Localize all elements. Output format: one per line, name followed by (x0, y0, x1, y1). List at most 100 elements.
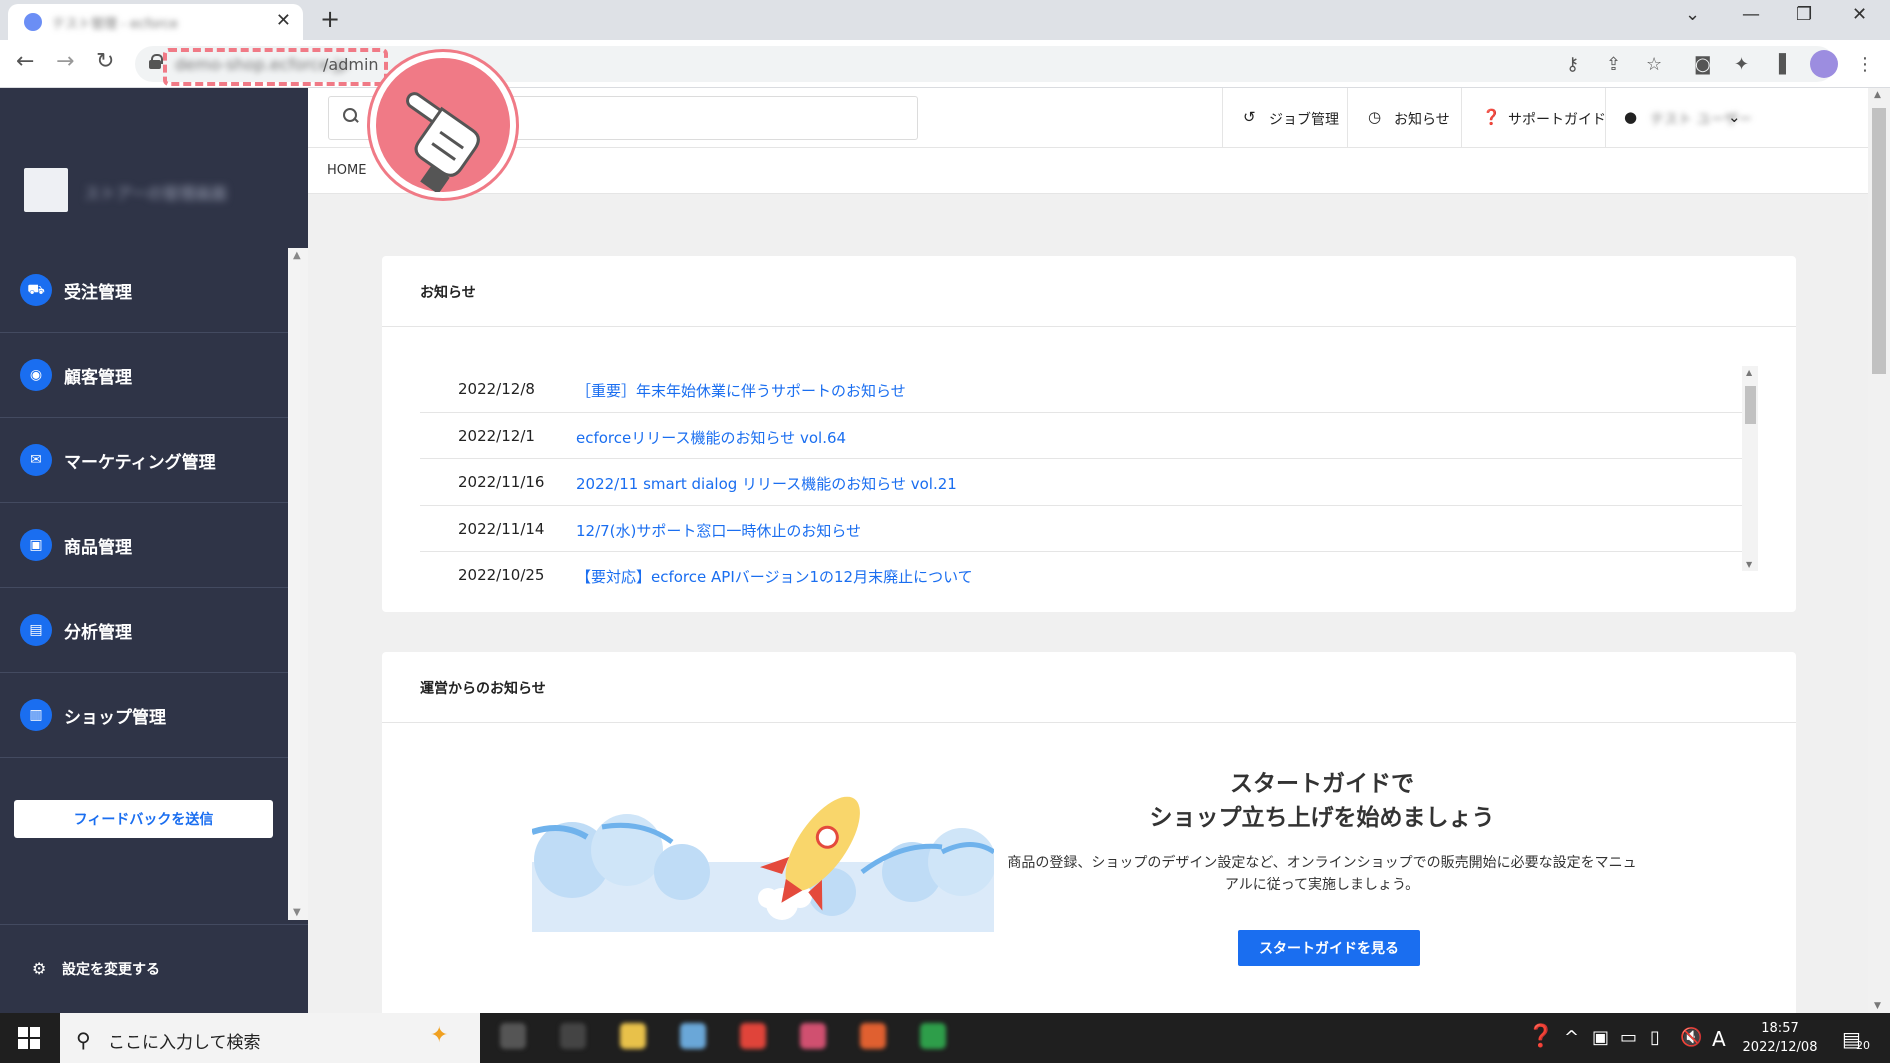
taskbar-app-icon[interactable] (800, 1023, 826, 1049)
scroll-thumb[interactable] (1745, 386, 1756, 424)
search-icon (343, 108, 359, 124)
gear-icon: ⚙ (32, 959, 47, 978)
tray-app-icon[interactable]: ▣ (1592, 1027, 1609, 1048)
notices-scrollbar[interactable]: ▲ ▼ (1742, 366, 1758, 571)
sidebar-item-marketing[interactable]: ✉ マーケティング管理 (0, 418, 288, 503)
list-item[interactable]: 2022/11/14 12/7(水)サポート窓口一時休止のお知らせ (420, 506, 1742, 552)
taskbar-app-icon[interactable] (680, 1023, 706, 1049)
help-circle-icon[interactable]: ❓ (1527, 1024, 1554, 1049)
notice-link[interactable]: 2022/11 smart dialog リリース機能のお知らせ vol.21 (576, 473, 957, 494)
notices-list: 2022/12/8 ［重要］年末年始休業に伴うサポートのお知らせ 2022/12… (420, 366, 1742, 599)
minimize-icon[interactable]: — (1742, 4, 1760, 25)
start-guide-button[interactable]: スタートガイドを見る (1238, 930, 1420, 966)
guide-heading-line2: ショップ立ち上げを始めましょう (1149, 805, 1495, 831)
sidebar-item-label: マーケティング管理 (64, 453, 216, 473)
windows-start-icon[interactable] (18, 1027, 40, 1049)
folder-icon[interactable] (620, 1023, 646, 1049)
scroll-down-icon[interactable]: ▼ (1874, 1001, 1881, 1011)
brand-logo[interactable] (24, 168, 68, 212)
notice-link[interactable]: 【要対応】ecforce APIバージョン1の12月末廃止について (576, 566, 973, 587)
scroll-up-icon[interactable]: ▲ (1874, 90, 1881, 100)
speaker-muted-icon[interactable]: 🔇 (1680, 1027, 1702, 1048)
chart-icon: ▤ (20, 614, 52, 646)
list-item[interactable]: 2022/12/8 ［重要］年末年始休業に伴うサポートのお知らせ (420, 366, 1742, 413)
sidebar-item-label: 顧客管理 (64, 368, 132, 388)
notice-link[interactable]: ecforceリリース機能のお知らせ vol.64 (576, 427, 846, 448)
sidebar-scrollbar[interactable]: ▲ ▼ (288, 248, 308, 920)
new-tab-icon[interactable]: + (320, 5, 340, 33)
store-icon: ▥ (20, 699, 52, 731)
user-icon: ● (1624, 108, 1638, 126)
battery-icon[interactable]: ▭ (1620, 1027, 1637, 1048)
scroll-up-icon[interactable]: ▲ (293, 250, 301, 261)
side-panel-icon[interactable]: ▐ (1772, 54, 1786, 75)
help-icon: ❓ (1482, 108, 1501, 126)
list-item[interactable]: 2022/12/1 ecforceリリース機能のお知らせ vol.64 (420, 413, 1742, 459)
main-content: お知らせ 2022/12/8 ［重要］年末年始休業に伴うサポートのお知らせ 20… (308, 194, 1868, 1013)
brand: ストアーの管理画面 (0, 88, 308, 248)
notices-card: お知らせ 2022/12/8 ［重要］年末年始休業に伴うサポートのお知らせ 20… (382, 256, 1796, 612)
support-guide-label: サポートガイド (1508, 112, 1606, 128)
notices-link[interactable]: ◷ お知らせ (1347, 88, 1461, 148)
settings-link[interactable]: 設定を変更する (62, 959, 160, 979)
profile-avatar[interactable] (1810, 50, 1838, 78)
scroll-thumb[interactable] (1872, 108, 1886, 374)
key-icon[interactable]: ⚷ (1566, 54, 1579, 75)
notice-date: 2022/12/1 (458, 426, 535, 445)
notice-link[interactable]: 12/7(水)サポート窓口一時休止のお知らせ (576, 520, 861, 541)
browser-tab[interactable]: テスト管理 - ecforce ✕ (8, 4, 303, 40)
list-item[interactable]: 2022/11/16 2022/11 smart dialog リリース機能のお… (420, 459, 1742, 506)
sidebar-item-analytics[interactable]: ▤ 分析管理 (0, 588, 288, 673)
restore-icon[interactable]: ❐ (1796, 4, 1812, 25)
favicon-icon (24, 13, 42, 31)
network-icon[interactable]: ▯ (1650, 1027, 1660, 1048)
taskbar-app-icon[interactable] (860, 1023, 886, 1049)
support-guide-link[interactable]: ❓ サポートガイド (1461, 88, 1606, 148)
notice-link[interactable]: ［重要］年末年始休業に伴うサポートのお知らせ (576, 380, 906, 401)
taskbar-app-icon[interactable] (920, 1023, 946, 1049)
ime-indicator[interactable]: A (1712, 1027, 1726, 1051)
chrome-icon[interactable] (740, 1023, 766, 1049)
sidebar-item-label: 受注管理 (64, 283, 132, 303)
sidebar-item-orders[interactable]: ⛟ 受注管理 (0, 248, 288, 333)
clock-time: 18:57 (1761, 1021, 1799, 1036)
ops-notices-card: 運営からのお知らせ スタートガイドで ショップ立ち上げを始めましょう 商品の登録… (382, 652, 1796, 1013)
ops-card-title: 運営からのお知らせ (420, 681, 546, 697)
taskbar-app-icon[interactable] (500, 1023, 526, 1049)
forward-icon[interactable]: → (56, 49, 74, 74)
page-scrollbar[interactable]: ▲ ▼ (1868, 88, 1890, 1013)
notices-card-title: お知らせ (420, 285, 476, 301)
user-menu[interactable]: ● テスト ユーザー ⌄ (1605, 88, 1752, 148)
sidebar-item-shop[interactable]: ▥ ショップ管理 (0, 673, 288, 758)
share-icon[interactable]: ⇪ (1606, 54, 1621, 75)
extensions-icon[interactable]: ✦ (1734, 54, 1749, 75)
scroll-down-icon[interactable]: ▼ (293, 907, 301, 918)
scroll-down-icon[interactable]: ▼ (1746, 560, 1752, 569)
taskbar-app-icon[interactable] (560, 1023, 586, 1049)
bookmark-star-icon[interactable]: ☆ (1646, 54, 1662, 75)
reload-icon[interactable]: ↻ (96, 49, 114, 74)
sidebar-item-customers[interactable]: ◉ 顧客管理 (0, 333, 288, 418)
sidebar-item-products[interactable]: ▣ 商品管理 (0, 503, 288, 588)
tab-title: テスト管理 - ecforce (52, 17, 178, 32)
notice-date: 2022/11/14 (458, 519, 545, 538)
lock-icon (149, 54, 163, 69)
menu-icon[interactable]: ⋮ (1856, 54, 1874, 75)
sidebar-item-label: 分析管理 (64, 623, 132, 643)
user-circle-icon: ◉ (20, 359, 52, 391)
back-icon[interactable]: ← (16, 49, 34, 74)
history-icon: ↺ (1243, 108, 1256, 126)
close-window-icon[interactable]: ✕ (1852, 4, 1867, 25)
taskbar-search[interactable]: ⚲ ここに入力して検索 ✦ (60, 1013, 480, 1063)
camera-icon[interactable]: ◙ (1694, 54, 1711, 75)
taskbar-clock[interactable]: 18:57 2022/12/08 (1735, 1019, 1825, 1057)
job-management-link[interactable]: ↺ ジョブ管理 (1222, 88, 1347, 148)
scroll-up-icon[interactable]: ▲ (1746, 368, 1752, 377)
close-tab-icon[interactable]: ✕ (276, 10, 291, 31)
breadcrumb[interactable]: HOME (327, 163, 366, 178)
list-item[interactable]: 2022/10/25 【要対応】ecforce APIバージョン1の12月末廃止… (420, 552, 1742, 599)
sidebar-footer: ⚙ 設定を変更する (0, 924, 308, 1013)
feedback-button[interactable]: フィードバックを送信 (14, 800, 273, 838)
chevron-up-icon[interactable]: ^ (1564, 1027, 1579, 1048)
tab-search-icon[interactable]: ⌄ (1685, 4, 1700, 25)
